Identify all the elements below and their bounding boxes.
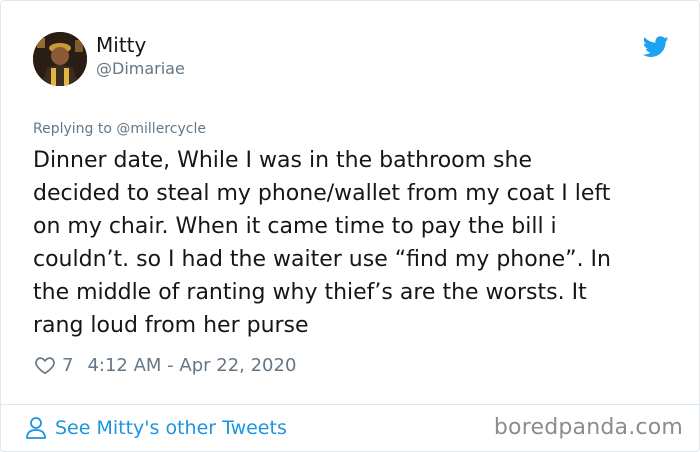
tweet-text: Dinner date, While I was in the bathroom…: [33, 148, 611, 338]
replying-to: Replying to @millercycle: [33, 120, 206, 138]
twitter-bird-icon[interactable]: [643, 36, 669, 58]
avatar[interactable]: [33, 32, 87, 86]
tweet-card: Mitty @Dimariae Replying to @millercycle…: [0, 0, 700, 452]
watermark: boredpanda.com: [493, 415, 683, 440]
replying-to-link[interactable]: @millercycle: [116, 121, 206, 137]
person-icon: [26, 417, 46, 439]
heart-icon[interactable]: [34, 354, 56, 376]
replying-prefix: Replying to: [33, 121, 117, 137]
tweet-timestamp[interactable]: 4:12 AM - Apr 22, 2020: [87, 355, 296, 376]
like-count: 7: [62, 354, 74, 376]
avatar-image: [33, 32, 87, 86]
see-more-label[interactable]: See Mitty's other Tweets: [55, 417, 287, 439]
tweet-meta: 7 4:12 AM - Apr 22, 2020: [34, 353, 296, 377]
author-name[interactable]: Mitty: [96, 33, 146, 57]
divider: [1, 404, 699, 405]
author-handle[interactable]: @Dimariae: [96, 59, 185, 79]
see-more-tweets-link[interactable]: See Mitty's other Tweets: [25, 415, 287, 441]
